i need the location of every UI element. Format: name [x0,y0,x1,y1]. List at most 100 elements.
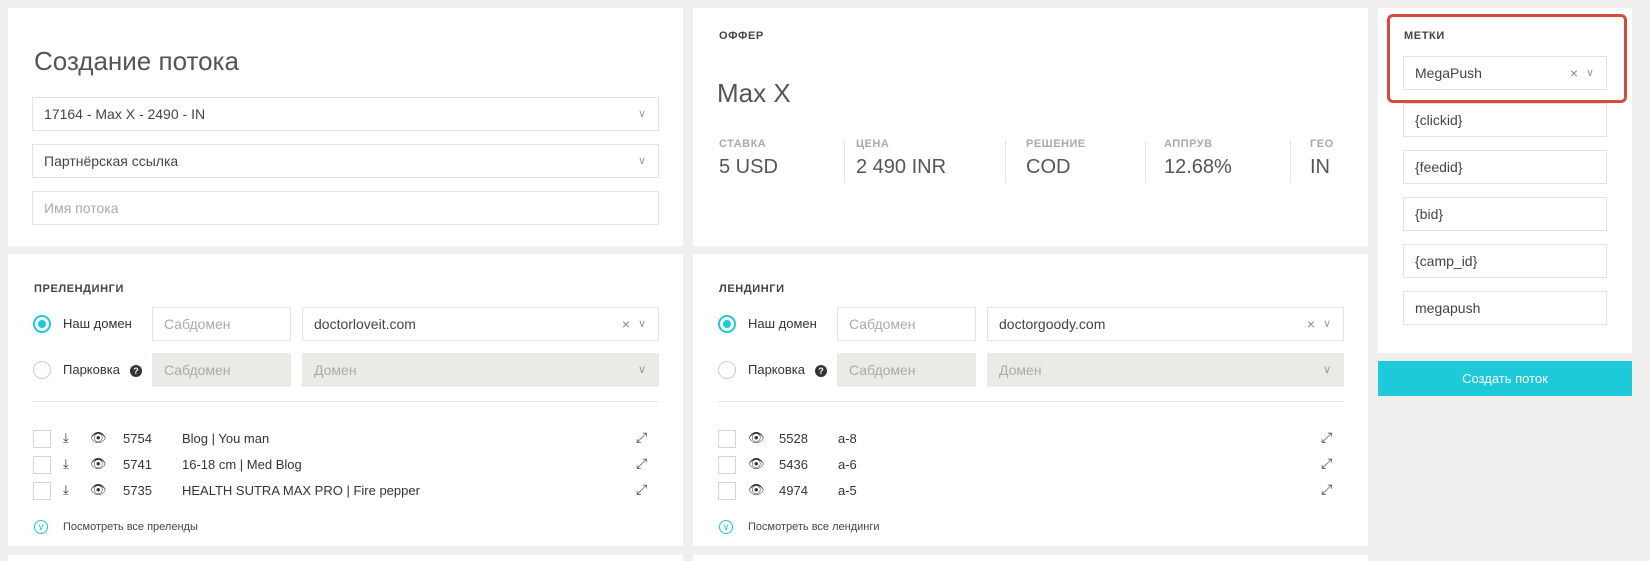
page-title: Создание потока [34,46,239,76]
own-domain-radio[interactable] [718,315,736,333]
domain-select[interactable]: doctorloveit.com × ∨ [302,307,659,341]
stat-price-label: ЦЕНА [856,138,890,150]
stat-approve-label: АППРУВ [1164,138,1213,150]
subdomain-input[interactable]: Сабдомен [837,307,976,341]
eye-icon[interactable]: 👁 [748,430,765,446]
tag-field-value: {clickid} [1415,112,1463,128]
stat-divider [1145,141,1146,183]
eye-icon[interactable]: 👁 [90,456,107,472]
stat-rate: СТАВКА 5 USD [719,138,778,186]
own-domain-label: Наш домен [63,316,132,331]
domain-select[interactable]: doctorgoody.com × ∨ [987,307,1344,341]
tag-field-camp-id[interactable]: {camp_id} [1403,244,1607,278]
create-stream-button[interactable]: Создать поток [1378,361,1632,396]
stat-divider [1005,141,1006,183]
subdomain-input[interactable]: Сабдомен [152,307,291,341]
eye-icon[interactable]: 👁 [90,482,107,498]
row-checkbox[interactable] [33,430,51,448]
stream-name-input[interactable]: Имя потока [32,191,659,225]
expand-icon[interactable]: ⤢ [636,429,647,446]
own-domain-radio[interactable] [33,315,51,333]
stat-divider [844,141,845,183]
eye-icon[interactable]: 👁 [748,456,765,472]
help-icon[interactable]: ? [130,365,142,377]
parking-domain-select: Домен ∨ [302,353,659,387]
close-icon[interactable]: × [622,308,630,340]
chevron-down-icon: ∨ [1322,364,1331,376]
row-checkbox[interactable] [33,482,51,500]
tag-field-feedid[interactable]: {feedid} [1403,150,1607,184]
tags-highlight-box [1387,14,1627,103]
expand-icon[interactable]: ⤢ [636,481,647,498]
item-name: a-6 [838,457,857,472]
list-item: ⤓ 👁 5754 Blog | You man ⤢ [8,428,683,450]
expand-icon[interactable]: ⤢ [1321,429,1332,446]
tag-field-value: megapush [1415,300,1481,316]
own-domain-label: Наш домен [748,316,817,331]
parking-domain-select: Домен ∨ [987,353,1344,387]
chevron-down-icon: ∨ [637,108,646,120]
download-icon[interactable]: ⤓ [63,482,69,498]
prelandings-panel: ПРЕЛЕНДИНГИ Наш домен Сабдомен doctorlov… [8,254,683,546]
divider [717,401,1344,402]
expand-icon[interactable]: ⤢ [1321,481,1332,498]
landings-panel: ЛЕНДИНГИ Наш домен Сабдомен doctorgoody.… [693,254,1368,546]
item-name: HEALTH SUTRA MAX PRO | Fire pepper [182,483,420,498]
chevron-down-circle-icon[interactable]: ∨ [719,520,733,534]
bottom-panel-left [8,555,683,561]
close-icon[interactable]: × [1307,308,1315,340]
view-all-landings-link[interactable]: Посмотреть все лендинги [748,521,880,533]
stat-approve-value: 12.68% [1164,156,1232,178]
row-checkbox[interactable] [718,482,736,500]
tag-field-bid[interactable]: {bid} [1403,197,1607,231]
parking-label: Парковка [63,362,120,377]
download-icon[interactable]: ⤓ [63,430,69,446]
stat-price-value: 2 490 INR [856,156,947,178]
row-checkbox[interactable] [718,456,736,474]
chevron-down-icon: ∨ [637,318,646,330]
stream-name-placeholder: Имя потока [44,200,119,216]
row-checkbox[interactable] [33,456,51,474]
parking-label: Парковка [748,362,805,377]
offer-select[interactable]: 17164 - Max X - 2490 - IN ∨ [32,97,659,131]
link-type-value: Партнёрская ссылка [44,153,179,169]
row-checkbox[interactable] [718,430,736,448]
help-icon[interactable]: ? [815,365,827,377]
expand-icon[interactable]: ⤢ [636,455,647,472]
subdomain-placeholder: Сабдомен [164,316,231,332]
list-item: 👁 4974 a-5 ⤢ [693,480,1368,502]
parking-radio[interactable] [33,361,51,379]
stat-price: ЦЕНА 2 490 INR [856,138,946,186]
view-all-prelandings-link[interactable]: Посмотреть все преленды [63,521,198,533]
stat-decision: РЕШЕНИЕ COD [1026,138,1086,186]
parking-subdomain-input: Сабдомен [837,353,976,387]
chevron-down-icon: ∨ [637,364,646,376]
parking-radio[interactable] [718,361,736,379]
offer-section-title: ОФФЕР [719,30,764,42]
tag-field-megapush[interactable]: megapush [1403,291,1607,325]
parking-domain-placeholder: Домен [314,362,357,378]
offer-name: Max X [717,78,791,108]
tag-field-clickid[interactable]: {clickid} [1403,103,1607,137]
stat-rate-label: СТАВКА [719,138,767,150]
tag-field-value: {bid} [1415,206,1444,222]
item-id: 5528 [779,431,808,446]
link-type-select[interactable]: Партнёрская ссылка ∨ [32,144,659,178]
item-name: 16-18 cm | Med Blog [182,457,302,472]
eye-icon[interactable]: 👁 [90,430,107,446]
parking-subdomain-input: Сабдомен [152,353,291,387]
chevron-down-circle-icon[interactable]: ∨ [34,520,48,534]
parking-domain-placeholder: Домен [999,362,1042,378]
download-icon[interactable]: ⤓ [63,456,69,472]
eye-icon[interactable]: 👁 [748,482,765,498]
item-name: Blog | You man [182,431,270,446]
item-name: a-5 [838,483,857,498]
list-item: 👁 5436 a-6 ⤢ [693,454,1368,476]
stream-panel: Создание потока 17164 - Max X - 2490 - I… [8,8,683,246]
stat-geo-label: ГЕО [1310,138,1334,150]
divider [32,401,659,402]
subdomain-placeholder: Сабдомен [849,316,916,332]
chevron-down-icon: ∨ [1322,318,1331,330]
item-id: 4974 [779,483,808,498]
expand-icon[interactable]: ⤢ [1321,455,1332,472]
